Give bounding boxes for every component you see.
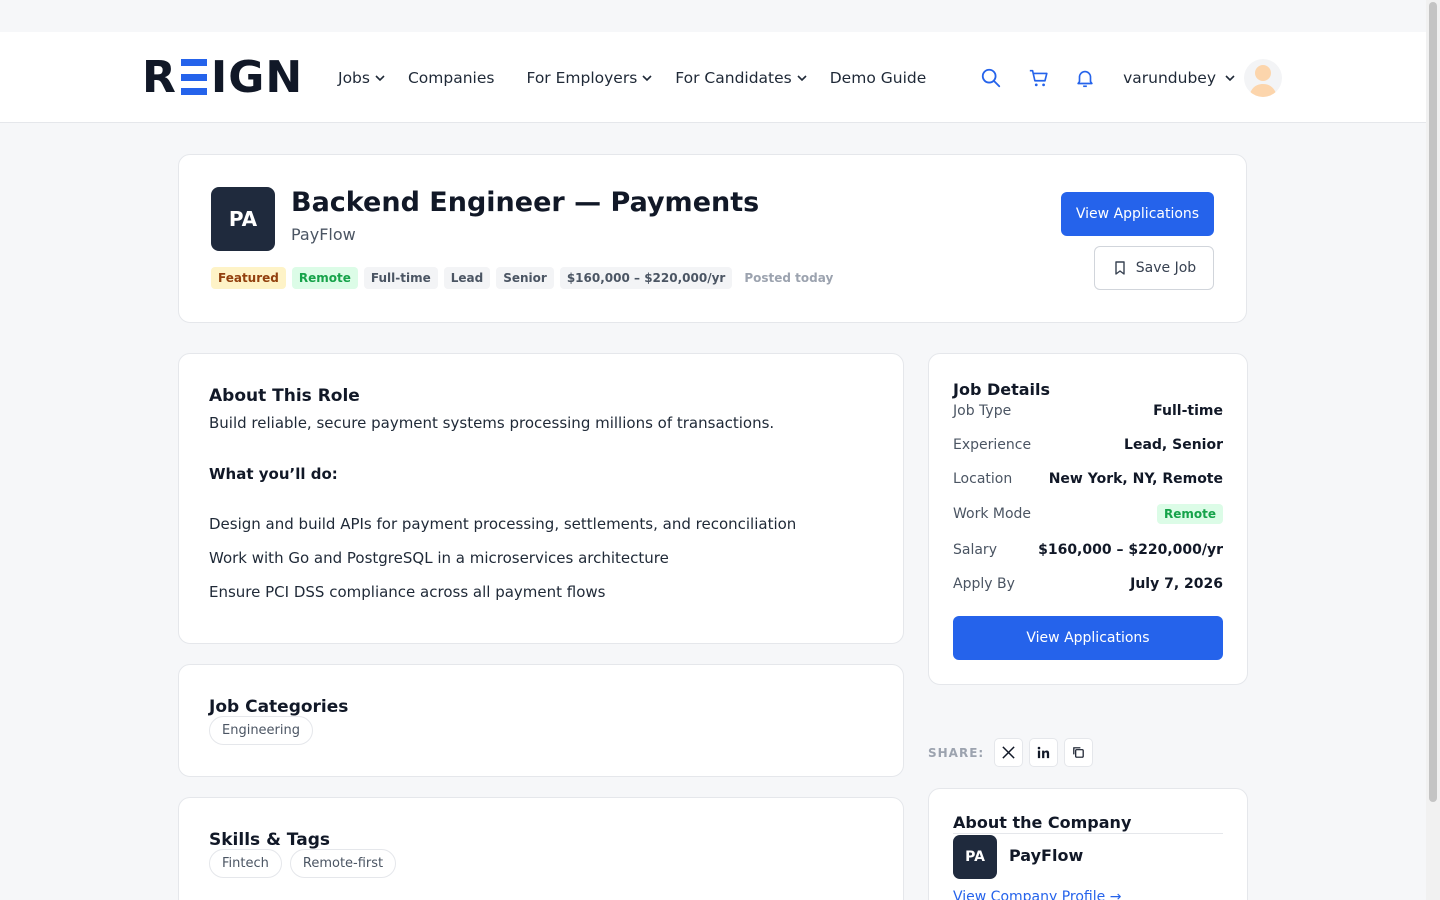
skill-pills: Fintech Remote-first [209,849,397,878]
nav-companies-label: Companies [407,68,495,87]
detail-value: July 7, 2026 [1130,576,1223,592]
share-bar: SHARE: [928,738,1094,767]
posted-date: Posted today [744,271,834,285]
detail-row-apply-by: Apply By July 7, 2026 [953,576,1223,592]
logo-e-bars [180,59,207,95]
view-company-profile-link[interactable]: View Company Profile → [953,889,1121,900]
list-item: Work with Go and PostgreSQL in a microse… [209,549,669,567]
chevron-down-icon [375,74,385,81]
job-tags: Featured Remote Full-time Lead Senior $1… [211,267,833,289]
page-scrollbar[interactable] [1426,0,1440,900]
detail-value: Lead, Senior [1124,437,1223,453]
top-navbar: R IGN Jobs Companies For Employers For C… [0,32,1426,123]
tag-salary: $160,000 – $220,000/yr [559,267,733,289]
username: varundubey [1123,68,1216,87]
about-company-card: About the Company PA PayFlow View Compan… [928,788,1248,900]
bookmark-icon [1115,261,1125,275]
nav-demo-guide[interactable]: Demo Guide [830,69,927,87]
nav-demo-guide-label: Demo Guide [829,68,927,87]
list-item: Design and build APIs for payment proces… [209,515,797,533]
x-twitter-icon[interactable] [994,738,1024,767]
work-mode-badge: Remote [1156,504,1223,524]
linkedin-icon[interactable] [1029,738,1059,767]
job-title: Backend Engineer — Payments [291,187,760,218]
company-logo: PA [211,187,275,251]
nav-for-employers-label: For Employers [526,68,638,87]
job-company-name[interactable]: PayFlow [291,225,356,244]
tag-full-time: Full-time [363,267,438,289]
save-job-button[interactable]: Save Job [1094,246,1214,290]
main-nav: Jobs Companies For Employers For Candida… [338,32,926,123]
job-categories-title: Job Categories [209,697,349,717]
detail-label: Salary [953,542,997,558]
job-hero-card: PA Backend Engineer — Payments PayFlow F… [178,154,1247,323]
skills-tags-card: Skills & Tags Fintech Remote-first [178,797,904,900]
list-item: Ensure PCI DSS compliance across all pay… [209,583,606,601]
about-role-title: About This Role [209,386,360,406]
job-categories-card: Job Categories Engineering [178,664,904,777]
bell-icon[interactable] [1073,66,1097,90]
divider [953,833,1223,834]
detail-row-salary: Salary $160,000 – $220,000/yr [953,542,1223,558]
nav-for-employers[interactable]: For Employers [526,69,653,87]
reign-logo[interactable]: R IGN [142,52,303,103]
category-pills: Engineering [209,716,313,745]
skills-tags-title: Skills & Tags [209,830,330,850]
responsibilities-list: Design and build APIs for payment proces… [209,515,796,617]
nav-for-candidates[interactable]: For Candidates [675,69,807,87]
category-pill[interactable]: Engineering [209,716,313,745]
logo-letters-ign: IGN [210,51,304,103]
user-menu[interactable]: varundubey [1123,58,1282,97]
job-details-card: Job Details Job Type Full-time Experienc… [928,353,1248,685]
detail-label: Job Type [953,403,1012,419]
detail-row-location: Location New York, NY, Remote [953,471,1223,487]
about-company-title: About the Company [953,813,1132,832]
tag-lead: Lead [443,267,491,289]
nav-for-candidates-label: For Candidates [675,68,792,87]
chevron-down-icon [1225,74,1235,81]
search-icon[interactable] [979,66,1003,90]
detail-value: New York, NY, Remote [1048,471,1223,487]
view-applications-button-sidebar[interactable]: View Applications [953,616,1223,660]
logo-letter-r: R [142,51,177,103]
job-details-title: Job Details [953,380,1051,399]
detail-value: $160,000 – $220,000/yr [1038,542,1223,558]
detail-row-job-type: Job Type Full-time [953,403,1223,419]
skill-pill[interactable]: Remote-first [289,849,397,878]
detail-label: Apply By [953,576,1015,592]
chevron-down-icon [642,74,652,81]
scrollbar-thumb[interactable] [1429,2,1437,802]
header-actions: varundubey [979,32,1282,123]
nav-jobs-label: Jobs [338,68,370,87]
nav-companies[interactable]: Companies [408,69,494,87]
skill-pill[interactable]: Fintech [209,849,282,878]
copy-link-icon[interactable] [1064,738,1094,767]
tag-remote: Remote [291,267,358,289]
detail-row-work-mode: Work Mode Remote [953,504,1223,524]
detail-value: Full-time [1153,403,1223,419]
company-name: PayFlow [1009,846,1084,865]
about-role-intro: Build reliable, secure payment systems p… [209,414,775,432]
tag-featured: Featured [211,267,286,289]
share-label: SHARE: [928,745,985,760]
tag-senior: Senior [496,267,554,289]
nav-jobs[interactable]: Jobs [338,69,386,87]
detail-label: Location [953,471,1013,487]
chevron-down-icon [797,74,807,81]
about-role-subtitle: What you’ll do: [209,465,338,483]
detail-label: Experience [953,437,1032,453]
about-role-card: About This Role Build reliable, secure p… [178,353,904,644]
company-logo-small: PA [953,835,997,879]
save-job-label: Save Job [1135,260,1197,276]
detail-label: Work Mode [953,506,1032,522]
avatar[interactable] [1244,58,1282,97]
detail-row-experience: Experience Lead, Senior [953,437,1223,453]
cart-icon[interactable] [1027,66,1051,90]
view-applications-button[interactable]: View Applications [1061,192,1214,236]
